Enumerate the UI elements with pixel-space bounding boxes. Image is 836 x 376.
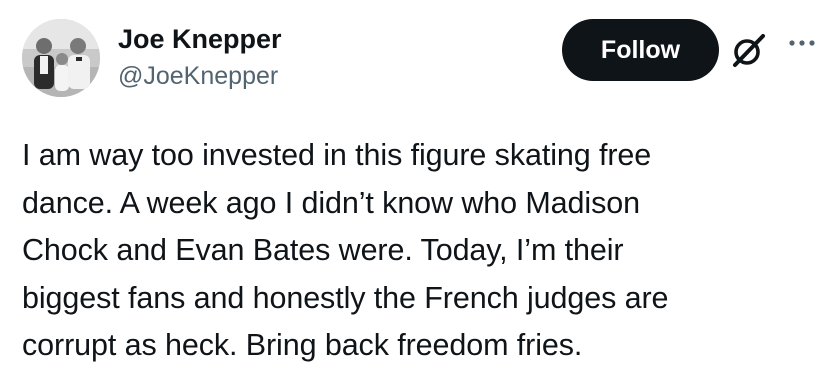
tweet-card: Joe Knepper @JoeKnepper Follow I am way … [0, 0, 836, 376]
tweet-text: I am way too invested in this figure ska… [22, 138, 669, 362]
more-horizontal-icon[interactable] [784, 33, 820, 53]
avatar-photo [22, 19, 100, 97]
grok-icon[interactable] [730, 31, 768, 69]
follow-button[interactable]: Follow [562, 19, 719, 81]
author-name[interactable]: Joe Knepper [118, 22, 282, 56]
author-handle[interactable]: @JoeKnepper [118, 60, 278, 92]
avatar[interactable] [22, 19, 100, 97]
